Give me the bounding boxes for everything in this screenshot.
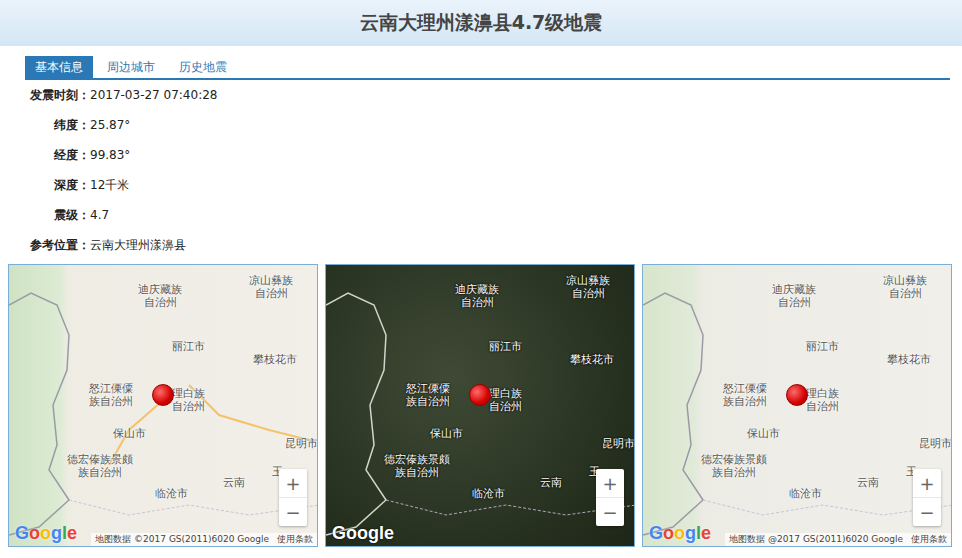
info-label: 参考位置：: [26, 237, 90, 254]
epicenter-marker-icon[interactable]: [786, 384, 808, 406]
info-value: 99.83°: [90, 148, 130, 162]
info-label: 震级：: [26, 207, 90, 224]
map-label: 攀枝花市: [570, 353, 614, 366]
map-attribution: 地图数据 ©2017 GS(2011)6020 Google 使用条款: [91, 533, 317, 546]
earthquake-page: 云南大理州漾濞县4.7级地震 基本信息周边城市历史地震 发震时刻： 2017-0…: [0, 0, 962, 558]
map-label: 丽江市: [172, 340, 205, 353]
map-label: 临沧市: [789, 487, 822, 500]
info-value: 25.87°: [90, 118, 130, 132]
info-row: 发震时刻： 2017-03-27 07:40:28: [26, 80, 962, 110]
map-panel[interactable]: 迪庆藏族自治州 凉山彝族自治州丽江市攀枝花市怒江傈僳族自治州 理白族自治州保山市昆明…: [325, 264, 635, 547]
map-attribution: 地图数据 @2017 GS(2011)6020 Google 使用条款: [725, 533, 951, 546]
map-label: 德宏傣族景颇族自治州: [384, 453, 450, 479]
terms-link[interactable]: 使用条款: [911, 533, 947, 546]
map-label: 攀枝花市: [253, 353, 297, 366]
map-label: 云南: [857, 476, 879, 489]
info-value: 4.7: [90, 208, 109, 222]
epicenter-marker-icon[interactable]: [469, 384, 491, 406]
info-row: 震级： 4.7: [26, 200, 962, 230]
map-label: 理白族自治州: [172, 387, 205, 413]
info-label: 纬度：: [26, 117, 90, 134]
tab[interactable]: 周边城市: [97, 56, 165, 78]
zoom-in-button[interactable]: +: [279, 469, 307, 497]
map-row: 迪庆藏族自治州 凉山彝族自治州丽江市攀枝花市怒江傈僳族自治州 理白族自治州保山市昆明…: [0, 260, 962, 547]
map-label: 云南: [540, 476, 562, 489]
map-label: 临沧市: [472, 487, 505, 500]
tab-bar: 基本信息周边城市历史地震: [25, 56, 950, 80]
map-label: 凉山彝族自治州: [566, 274, 610, 300]
zoom-in-button[interactable]: +: [913, 469, 941, 497]
attribution-text: 地图数据 ©2017 GS(2011)6020 Google: [95, 533, 269, 546]
attribution-text: 地图数据 @2017 GS(2011)6020 Google: [729, 533, 903, 546]
title-bar: 云南大理州漾濞县4.7级地震: [0, 0, 962, 46]
map-panel[interactable]: 迪庆藏族自治州 凉山彝族自治州丽江市攀枝花市怒江傈僳族自治州 理白族自治州保山市昆明…: [642, 264, 952, 547]
info-list: 发震时刻： 2017-03-27 07:40:28纬度： 25.87°经度： 9…: [0, 80, 962, 260]
zoom-out-button[interactable]: −: [913, 497, 941, 526]
zoom-in-button[interactable]: +: [596, 469, 624, 497]
zoom-out-button[interactable]: −: [279, 497, 307, 526]
info-row: 参考位置： 云南大理州漾濞县: [26, 230, 962, 260]
map-label: 德宏傣族景颇族自治州: [67, 453, 133, 479]
map-label: 昆明市: [285, 437, 318, 450]
map-label: 昆明市: [919, 437, 952, 450]
zoom-control: + −: [596, 469, 624, 526]
epicenter-marker-icon[interactable]: [152, 384, 174, 406]
zoom-control: + −: [279, 469, 307, 526]
map-label: 丽江市: [489, 340, 522, 353]
map-panel[interactable]: 迪庆藏族自治州 凉山彝族自治州丽江市攀枝花市怒江傈僳族自治州 理白族自治州保山市昆明…: [8, 264, 318, 547]
info-value: 12千米: [90, 177, 129, 194]
map-label: 昆明市: [602, 437, 635, 450]
info-label: 深度：: [26, 177, 90, 194]
page-title: 云南大理州漾濞县4.7级地震: [360, 10, 603, 36]
google-logo: Google: [649, 523, 711, 544]
map-label: 怒江傈僳族自治州: [89, 382, 133, 408]
google-logo: Google: [15, 523, 77, 544]
map-label: 德宏傣族景颇族自治州: [701, 453, 767, 479]
map-label: 保山市: [747, 427, 780, 440]
map-label: 云南: [223, 476, 245, 489]
map-label: 攀枝花市: [887, 353, 931, 366]
terms-link[interactable]: 使用条款: [277, 533, 313, 546]
info-row: 经度： 99.83°: [26, 140, 962, 170]
tab[interactable]: 基本信息: [25, 56, 93, 78]
map-label: 迪庆藏族自治州: [138, 283, 182, 309]
map-label: 理白族自治州: [489, 387, 522, 413]
map-label: 怒江傈僳族自治州: [723, 382, 767, 408]
map-label: 保山市: [430, 427, 463, 440]
info-label: 经度：: [26, 147, 90, 164]
map-label: 保山市: [113, 427, 146, 440]
info-row: 深度： 12千米: [26, 170, 962, 200]
info-value: 云南大理州漾濞县: [90, 237, 186, 254]
info-row: 纬度： 25.87°: [26, 110, 962, 140]
map-label: 凉山彝族自治州: [249, 274, 293, 300]
map-label: 凉山彝族自治州: [883, 274, 927, 300]
google-logo: Google: [332, 523, 394, 544]
info-value: 2017-03-27 07:40:28: [90, 88, 217, 102]
map-label: 丽江市: [806, 340, 839, 353]
tab[interactable]: 历史地震: [169, 56, 237, 78]
map-label: 理白族自治州: [806, 387, 839, 413]
map-label: 怒江傈僳族自治州: [406, 382, 450, 408]
map-label: 迪庆藏族自治州: [772, 283, 816, 309]
map-label: 迪庆藏族自治州: [455, 283, 499, 309]
zoom-control: + −: [913, 469, 941, 526]
map-label: 临沧市: [155, 487, 188, 500]
zoom-out-button[interactable]: −: [596, 497, 624, 526]
info-label: 发震时刻：: [26, 87, 90, 104]
